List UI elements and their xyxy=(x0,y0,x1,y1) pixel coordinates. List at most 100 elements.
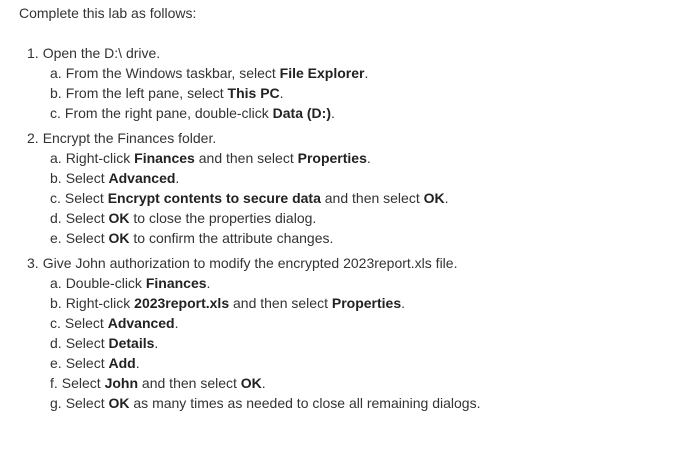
lab-steps-list: 1. Open the D:\ drive. a. From the Windows … xyxy=(27,43,480,418)
ui-element-name: OK xyxy=(108,230,130,246)
substep-letter: b. xyxy=(50,170,62,186)
substep-text: Select xyxy=(65,210,109,226)
substep-text: Right-click xyxy=(65,150,135,166)
substep-text: Select xyxy=(64,315,108,331)
ui-element-name: Finances xyxy=(145,275,207,291)
substep-text: . xyxy=(206,275,211,291)
substep-text: Double-click xyxy=(65,275,146,291)
substep-text: From the left pane, select xyxy=(65,85,228,101)
substep-text: Select xyxy=(65,395,109,411)
substep-text: and then select xyxy=(194,150,298,166)
substep-text: . xyxy=(154,335,159,351)
step-text: Give John authorization to modify the en… xyxy=(42,255,458,271)
ui-element-name: Advanced xyxy=(107,315,175,331)
ui-element-name: Properties xyxy=(331,295,402,311)
substep-text: From the right pane, double-click xyxy=(64,105,273,121)
ui-element-name: File Explorer xyxy=(279,65,365,81)
step-heading: 2. Encrypt the Finances folder. xyxy=(27,128,480,148)
substep-text: . xyxy=(135,355,140,371)
substep-text: Select xyxy=(61,375,105,391)
substep-text: to close the properties dialog. xyxy=(129,210,317,226)
substep-text: Select xyxy=(65,170,109,186)
lab-step: 1. Open the D:\ drive. a. From the Windows … xyxy=(27,43,480,123)
step-number: 3. xyxy=(27,255,39,271)
ui-element-name: OK xyxy=(108,210,130,226)
lab-step: 2. Encrypt the Finances folder. a. Right-cl… xyxy=(27,128,480,248)
substep: b. Right-click 2023report.xls and then se… xyxy=(50,293,480,313)
substep-text: Select xyxy=(65,230,109,246)
step-heading: 1. Open the D:\ drive. xyxy=(27,43,480,63)
substep-text: . xyxy=(366,150,371,166)
substep: c. Select Encrypt contents to secure data… xyxy=(50,188,480,208)
substep-text: . xyxy=(364,65,369,81)
ui-element-name: 2023report.xls xyxy=(134,295,230,311)
step-heading: 3. Give John authorization to modify the … xyxy=(27,253,480,273)
ui-element-name: John xyxy=(104,375,139,391)
substep-letter: e. xyxy=(50,355,62,371)
ui-element-name: Finances xyxy=(134,150,195,166)
step-text: Open the D:\ drive. xyxy=(42,45,161,61)
ui-element-name: Data (D:) xyxy=(272,105,331,121)
substep-letter: a. xyxy=(50,150,62,166)
ui-element-name: Add xyxy=(108,355,136,371)
substep-letter: a. xyxy=(50,65,62,81)
substep-letter: b. xyxy=(50,295,62,311)
substep: b. Select Advanced. xyxy=(50,168,480,188)
substep-text: as many times as needed to close all rem… xyxy=(129,395,481,411)
ui-element-name: Encrypt contents to secure data xyxy=(107,190,321,206)
substep-text: . xyxy=(174,315,179,331)
substep-text: to confirm the attribute changes. xyxy=(129,230,334,246)
substep-list: a. From the Windows taskbar, select File … xyxy=(27,63,480,123)
substep: c. Select Advanced. xyxy=(50,313,480,333)
substep: b. From the left pane, select This PC. xyxy=(50,83,480,103)
substep-text: Right-click xyxy=(65,295,135,311)
substep: a. From the Windows taskbar, select File … xyxy=(50,63,480,83)
substep-letter: c. xyxy=(50,105,61,121)
substep: d. Select Details. xyxy=(50,333,480,353)
substep-letter: c. xyxy=(50,190,61,206)
substep: a. Right-click Finances and then select P… xyxy=(50,148,480,168)
substep-letter: e. xyxy=(50,230,62,246)
substep: d. Select OK to close the properties dial… xyxy=(50,208,480,228)
ui-element-name: Properties xyxy=(297,150,367,166)
substep-list: a. Double-click Finances. b. Right-click 20… xyxy=(27,273,480,413)
step-number: 2. xyxy=(27,130,39,146)
substep: f. Select John and then select OK. xyxy=(50,373,480,393)
substep: e. Select Add. xyxy=(50,353,480,373)
step-number: 1. xyxy=(27,45,39,61)
substep-list: a. Right-click Finances and then select P… xyxy=(27,148,480,248)
substep-text: . xyxy=(279,85,284,101)
instructions-intro: Complete this lab as follows: xyxy=(19,5,197,21)
substep-text: Select xyxy=(65,355,109,371)
substep-text: Select xyxy=(64,190,108,206)
ui-element-name: OK xyxy=(423,190,445,206)
substep-text: . xyxy=(261,375,266,391)
substep-text: From the Windows taskbar, select xyxy=(65,65,280,81)
ui-element-name: This PC xyxy=(227,85,280,101)
ui-element-name: Advanced xyxy=(108,170,176,186)
substep-text: and then select xyxy=(229,295,332,311)
ui-element-name: Details xyxy=(108,335,155,351)
substep-letter: d. xyxy=(50,335,62,351)
ui-element-name: OK xyxy=(240,375,262,391)
step-text: Encrypt the Finances folder. xyxy=(42,130,217,146)
substep-text: . xyxy=(175,170,180,186)
substep-text: . xyxy=(401,295,405,311)
substep: e. Select OK to confirm the attribute cha… xyxy=(50,228,480,248)
substep-letter: b. xyxy=(50,85,62,101)
substep: g. Select OK as many times as needed to c… xyxy=(50,393,480,413)
substep-text: . xyxy=(331,105,335,121)
substep-text: Select xyxy=(65,335,109,351)
substep-letter: g. xyxy=(50,395,62,411)
substep-letter: d. xyxy=(50,210,62,226)
substep-letter: a. xyxy=(50,275,62,291)
substep-text: . xyxy=(444,190,449,206)
substep-text: and then select xyxy=(320,190,424,206)
lab-step: 3. Give John authorization to modify the … xyxy=(27,253,480,413)
substep-text: and then select xyxy=(138,375,241,391)
ui-element-name: OK xyxy=(108,395,130,411)
substep-letter: c. xyxy=(50,315,61,331)
substep-letter: f. xyxy=(50,375,58,391)
substep: c. From the right pane, double-click Data… xyxy=(50,103,480,123)
substep: a. Double-click Finances. xyxy=(50,273,480,293)
